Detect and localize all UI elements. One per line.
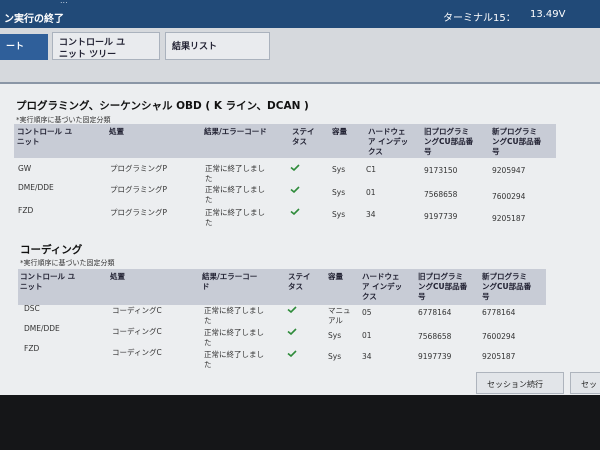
diagnostic-screen: ... ン実行の終了 ターミナル15： 13.49V ート コントロール ユ ニ… xyxy=(0,0,600,395)
cell-hw-index: 05 xyxy=(362,308,372,317)
tab-report[interactable]: ート xyxy=(0,34,48,60)
cell-action: コーディングC xyxy=(112,348,162,357)
col-header-status: ステイ タス xyxy=(288,272,311,291)
check-icon xyxy=(287,306,297,313)
continue-session-button[interactable]: セッション続行 xyxy=(476,372,564,394)
check-icon xyxy=(290,186,300,193)
col-header-action: 処置 xyxy=(110,272,125,281)
cell-new-pn: 7600294 xyxy=(482,332,516,341)
cell-result: 正常に終了しまし た xyxy=(205,164,265,183)
cell-unit: DME/DDE xyxy=(18,183,54,192)
cell-hw-index: C1 xyxy=(366,165,377,174)
col-header-capacity: 容量 xyxy=(332,127,347,136)
window-title: ン実行の終了 xyxy=(4,14,64,25)
cell-old-pn: 7568658 xyxy=(418,332,452,341)
table-header-coding: コントロール ユ ニット 処置 結果/エラーコー ド ステイ タス 容量 ハード… xyxy=(18,269,546,305)
cell-hw-index: 34 xyxy=(362,352,372,361)
col-header-unit: コントロール ユ ニット xyxy=(20,272,76,291)
table-header-programming: コントロール ユ ニット 処置 結果/エラーコード ステイ タス 容量 ハードウ… xyxy=(14,124,556,158)
cell-capacity: マニュ アル xyxy=(328,306,351,325)
main-content: プログラミング、シーケンシャル OBD ( K ライン、DCAN ) *実行順序… xyxy=(0,84,600,395)
col-header-old-pn: 旧プログラミ ングCU部品番 号 xyxy=(418,272,468,301)
cell-old-pn: 7568658 xyxy=(424,190,458,199)
cell-capacity: Sys xyxy=(328,331,342,340)
cell-unit: FZD xyxy=(24,344,40,353)
title-bar-cut-text: ... xyxy=(60,0,68,5)
cell-unit: DSC xyxy=(24,304,40,313)
col-header-status: ステイ タス xyxy=(292,127,315,146)
col-header-unit: コントロール ユ ニット xyxy=(17,127,73,146)
check-icon xyxy=(290,164,300,171)
col-header-hw-index: ハードウェ ア インデッ クス xyxy=(368,127,409,156)
cell-old-pn: 9173150 xyxy=(424,166,458,175)
cell-capacity: Sys xyxy=(332,188,346,197)
cell-new-pn: 9205187 xyxy=(492,214,526,223)
cell-result: 正常に終了しまし た xyxy=(204,306,264,325)
cell-action: コーディングC xyxy=(112,306,162,315)
col-header-hw-index: ハードウェ ア インデッ クス xyxy=(362,272,403,301)
cut-button[interactable]: セッ xyxy=(570,372,600,394)
col-header-old-pn: 旧プログラミ ングCU部品番 号 xyxy=(424,127,474,156)
cell-unit: GW xyxy=(18,164,32,173)
check-icon xyxy=(287,350,297,357)
cell-action: プログラミングP xyxy=(110,164,168,173)
tab-control-unit-tree[interactable]: コントロール ユ ニット ツリー xyxy=(52,32,160,60)
section-note-coding: *実行順序に基づいた固定分類 xyxy=(20,259,115,267)
cell-new-pn: 6778164 xyxy=(482,308,516,317)
col-header-new-pn: 新プログラミ ングCU部品番 号 xyxy=(482,272,532,301)
tab-result-list[interactable]: 結果リスト xyxy=(165,32,270,60)
cell-old-pn: 9197739 xyxy=(424,212,458,221)
check-icon xyxy=(287,328,297,335)
cell-result: 正常に終了しまし た xyxy=(204,350,264,369)
cell-result: 正常に終了しまし た xyxy=(204,328,264,347)
cell-action: コーディングC xyxy=(112,327,162,336)
col-header-new-pn: 新プログラミ ングCU部品番 号 xyxy=(492,127,542,156)
cell-capacity: Sys xyxy=(332,165,346,174)
tab-bar: ート コントロール ユ ニット ツリー 結果リスト xyxy=(0,28,600,84)
section-title-coding: コーディング xyxy=(20,244,83,256)
cell-hw-index: 01 xyxy=(366,188,376,197)
cell-new-pn: 9205187 xyxy=(482,352,516,361)
cell-result: 正常に終了しまし た xyxy=(205,208,265,227)
cell-hw-index: 34 xyxy=(366,210,376,219)
section-title-programming: プログラミング、シーケンシャル OBD ( K ライン、DCAN ) xyxy=(16,100,309,112)
title-bar: ... ン実行の終了 ターミナル15： 13.49V xyxy=(0,0,600,28)
col-header-action: 処置 xyxy=(109,127,124,136)
col-header-result: 結果/エラーコード xyxy=(204,127,267,136)
cell-unit: DME/DDE xyxy=(24,324,60,333)
col-header-capacity: 容量 xyxy=(328,272,343,281)
check-icon xyxy=(290,208,300,215)
cell-hw-index: 01 xyxy=(362,331,372,340)
cell-unit: FZD xyxy=(18,206,34,215)
cell-action: プログラミングP xyxy=(110,208,168,217)
terminal-label: ターミナル15： xyxy=(443,13,516,24)
cell-new-pn: 7600294 xyxy=(492,192,526,201)
monitor-bezel xyxy=(0,395,600,450)
cell-old-pn: 9197739 xyxy=(418,352,452,361)
cell-result: 正常に終了しまし た xyxy=(205,185,265,204)
col-header-result: 結果/エラーコー ド xyxy=(202,272,258,291)
cell-capacity: Sys xyxy=(332,210,346,219)
cell-old-pn: 6778164 xyxy=(418,308,452,317)
voltage-readout: 13.49V xyxy=(530,9,566,20)
cell-action: プログラミングP xyxy=(110,185,168,194)
cell-new-pn: 9205947 xyxy=(492,166,526,175)
cell-capacity: Sys xyxy=(328,352,342,361)
